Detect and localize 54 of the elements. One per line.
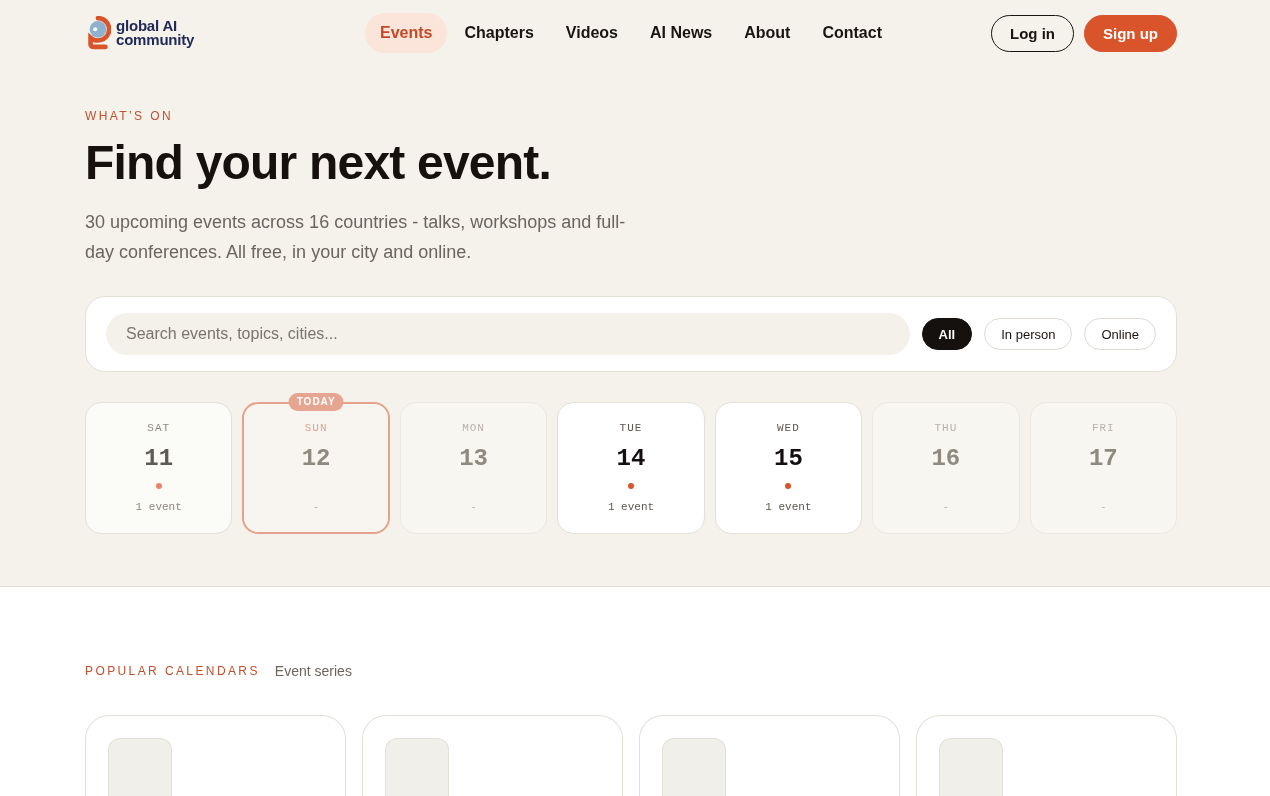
event-count: 1 event: [135, 500, 182, 514]
event-count: -: [312, 500, 320, 514]
nav-link[interactable]: Chapters: [449, 13, 549, 53]
event-dot-icon: [155, 483, 162, 489]
weekday-label: SUN: [304, 421, 328, 435]
photo-placeholder: [939, 738, 1003, 796]
nav-link[interactable]: AI News: [635, 13, 728, 53]
event-count: -: [1099, 500, 1107, 514]
weekday-label: THU: [934, 421, 958, 435]
filter-chip[interactable]: Online: [1084, 318, 1156, 350]
nav-link[interactable]: Contact: [807, 13, 897, 53]
nav-link[interactable]: Videos: [550, 13, 633, 53]
day-number: 11: [144, 446, 174, 472]
event-dot-icon: [785, 483, 792, 489]
weekday-label: FRI: [1091, 421, 1115, 435]
search-field[interactable]: Search events, topics, cities...: [106, 313, 910, 355]
filter-chip[interactable]: In person: [984, 318, 1073, 350]
page-heading: Find your next event.: [85, 136, 552, 190]
event-count: 1 event: [765, 500, 812, 514]
today-badge: TODAY: [288, 393, 344, 411]
photo-placeholder: [662, 738, 726, 796]
photo-placeholder: [108, 738, 172, 796]
event-count: 1 event: [607, 500, 655, 514]
section-eyebrow: WHAT’S ON: [85, 108, 175, 124]
day-card[interactable]: SAT 11 1 event: [85, 402, 233, 534]
signup-button[interactable]: Sign up: [1084, 14, 1177, 52]
event-count: -: [470, 500, 477, 514]
weekday-label: MON: [462, 421, 485, 435]
calendar-card[interactable]: [362, 715, 623, 796]
day-card[interactable]: WED 15 1 event: [714, 402, 863, 534]
nav-link[interactable]: Events: [365, 13, 448, 53]
photo-placeholder: [385, 738, 449, 796]
calendar-card[interactable]: [85, 715, 346, 796]
day-number: 17: [1088, 446, 1118, 472]
day-number: 16: [931, 446, 961, 472]
nav-link[interactable]: About: [729, 13, 806, 53]
day-number: 15: [774, 446, 803, 472]
section-eyebrow: POPULAR CALENDARS: [85, 664, 260, 678]
day-number: 12: [301, 446, 331, 472]
day-number: 14: [616, 446, 646, 472]
weekday-label: TUE: [619, 421, 643, 435]
calendar-card[interactable]: [916, 715, 1177, 796]
event-dot-icon: [628, 483, 634, 489]
weekday-label: WED: [777, 421, 800, 435]
weekday-label: SAT: [147, 421, 171, 435]
logo-wordmark[interactable]: global AI community: [116, 19, 195, 47]
day-card[interactable]: TUE 14 1 event: [557, 402, 705, 534]
logo-icon[interactable]: [85, 16, 111, 50]
intro-paragraph: 30 upcoming events across 16 countries - talks, workshops and full-day conferences. All free, in your city and online.: [85, 211, 627, 264]
calendar-card[interactable]: [639, 715, 900, 796]
event-count: -: [942, 500, 950, 514]
day-number: 13: [459, 446, 488, 472]
section-subtitle: Event series: [274, 663, 352, 679]
filter-chip[interactable]: All: [921, 318, 973, 350]
